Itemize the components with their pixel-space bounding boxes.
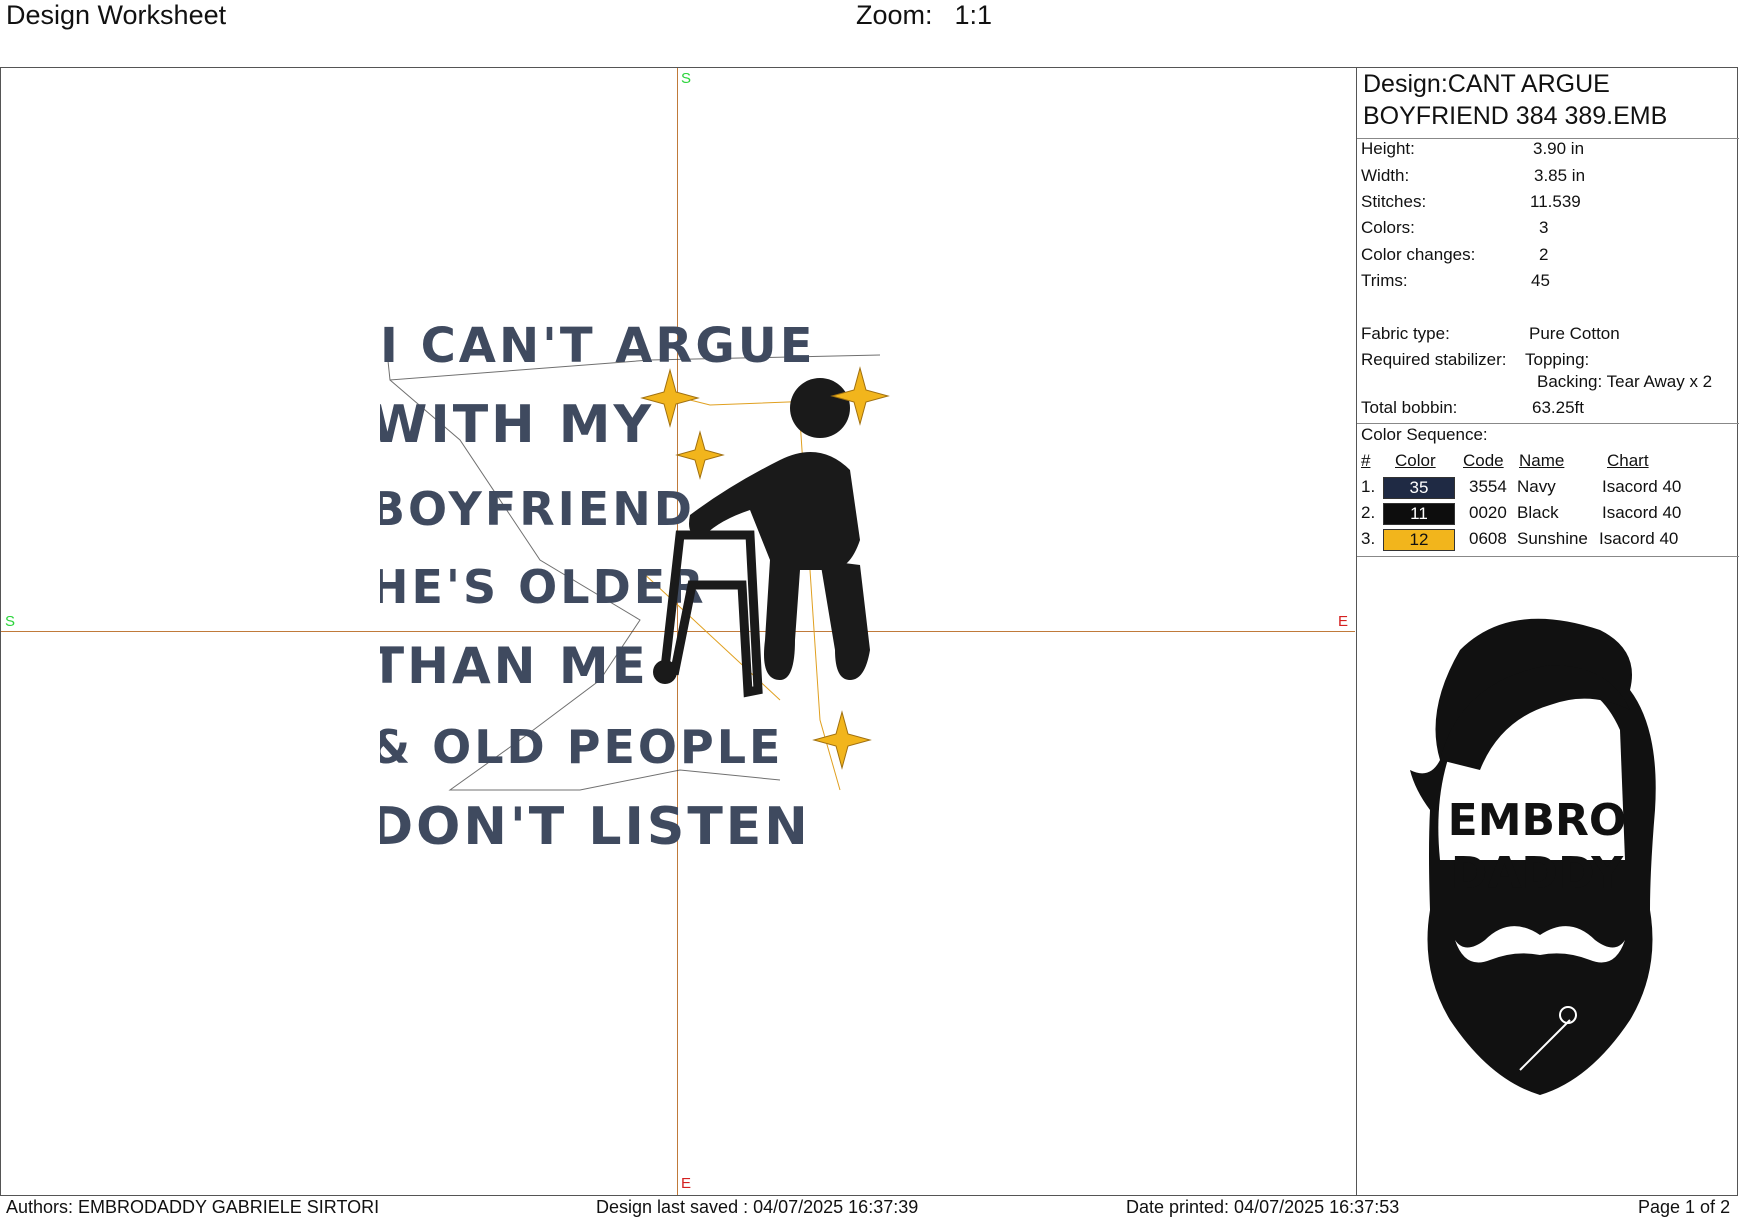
height-label: Height:: [1361, 139, 1415, 158]
footer-authors: Authors: EMBRODADDY GABRIELE SIRTORI: [6, 1197, 380, 1217]
col-header-chart: Chart: [1607, 451, 1649, 470]
walker-wheel: [653, 660, 677, 684]
stitches-label: Stitches:: [1361, 192, 1427, 211]
color-name: Sunshine: [1517, 529, 1588, 548]
design-line-1: I CAN'T ARGUE: [380, 320, 816, 374]
color-changes-label: Color changes:: [1361, 245, 1476, 264]
trims-label: Trims:: [1361, 271, 1408, 290]
zoom-indicator: Zoom: 1:1: [856, 0, 992, 31]
color-sequence-title: Color Sequence:: [1361, 425, 1488, 444]
logo-text-embro: EMBRO: [1448, 795, 1627, 846]
zoom-value: 1:1: [954, 0, 993, 30]
figure-head: [790, 378, 850, 438]
footer-last-saved: Design last saved : 04/07/2025 16:37:39: [596, 1197, 919, 1217]
old-man-walker-figure: [653, 378, 870, 698]
stabilizer-topping: Topping:: [1525, 350, 1590, 369]
zoom-label: Zoom:: [856, 0, 933, 30]
color-name: Navy: [1517, 477, 1556, 496]
color-row-num: 3.: [1361, 529, 1376, 548]
color-swatch-navy: 35: [1383, 477, 1455, 499]
color-chart: Isacord 40: [1602, 477, 1682, 496]
design-line-4: HE'S OLDER: [380, 560, 707, 614]
color-swatch-sunshine: 12: [1383, 529, 1455, 551]
col-header-name: Name: [1519, 451, 1565, 470]
color-code: 3554: [1469, 477, 1507, 496]
stabilizer-backing: Backing: Tear Away x 2: [1537, 372, 1713, 391]
col-header-color: Color: [1395, 451, 1436, 470]
colors-value: 3: [1539, 218, 1549, 237]
col-header-code: Code: [1463, 451, 1504, 470]
color-chart: Isacord 40: [1602, 503, 1682, 522]
col-header-num: #: [1361, 451, 1371, 470]
total-bobbin-label: Total bobbin:: [1361, 398, 1458, 417]
logo-text-daddy: DADDY: [1451, 848, 1624, 899]
color-changes-value: 2: [1539, 245, 1549, 264]
width-label: Width:: [1361, 166, 1410, 185]
design-line-3: BOYFRIEND: [380, 482, 695, 536]
width-value: 3.85 in: [1534, 166, 1586, 185]
total-bobbin-value: 63.25ft: [1532, 398, 1584, 417]
design-line-5: THAN ME: [380, 637, 649, 695]
design-file-title: Design:CANT ARGUE BOYFRIEND 384 389.EMB: [1363, 70, 1668, 130]
color-code: 0020: [1469, 503, 1507, 522]
end-mark-right: E: [1338, 613, 1349, 630]
embrodaddy-logo: EMBRO DADDY: [1410, 618, 1656, 1095]
color-code: 0608: [1469, 529, 1507, 548]
color-swatch-black: 11: [1383, 503, 1455, 525]
footer-date-printed: Date printed: 04/07/2025 16:37:53: [1126, 1197, 1400, 1217]
worksheet-title: Design Worksheet: [6, 0, 227, 30]
color-row-num: 2.: [1361, 503, 1376, 522]
sparkle-star-4: [812, 710, 872, 770]
color-row-num: 1.: [1361, 477, 1376, 496]
footer-page-number: Page 1 of 2: [1638, 1197, 1731, 1217]
fabric-type-label: Fabric type:: [1361, 324, 1450, 343]
color-chart: Isacord 40: [1599, 529, 1679, 548]
colors-label: Colors:: [1361, 218, 1415, 237]
fabric-type-value: Pure Cotton: [1529, 324, 1620, 343]
design-line-6: & OLD PEOPLE: [380, 720, 783, 774]
end-mark-bottom: E: [681, 1175, 692, 1192]
sparkle-star-2: [675, 430, 725, 480]
height-value: 3.90 in: [1533, 139, 1585, 158]
panel-divider: [1357, 423, 1739, 424]
start-mark-left: S: [5, 613, 16, 630]
trims-value: 45: [1531, 271, 1550, 290]
panel-divider: [1357, 556, 1739, 557]
color-name: Black: [1517, 503, 1559, 522]
stabilizer-label: Required stabilizer:: [1361, 350, 1507, 369]
design-line-2: WITH MY: [380, 395, 654, 455]
start-mark-top: S: [681, 70, 692, 87]
design-line-7: DON'T LISTEN: [380, 797, 811, 857]
figure-leg: [820, 560, 870, 680]
stitches-value: 11.539: [1530, 192, 1581, 211]
embroidery-design-preview: I CAN'T ARGUE WITH MY BOYFRIEND HE'S OLD…: [380, 320, 890, 857]
